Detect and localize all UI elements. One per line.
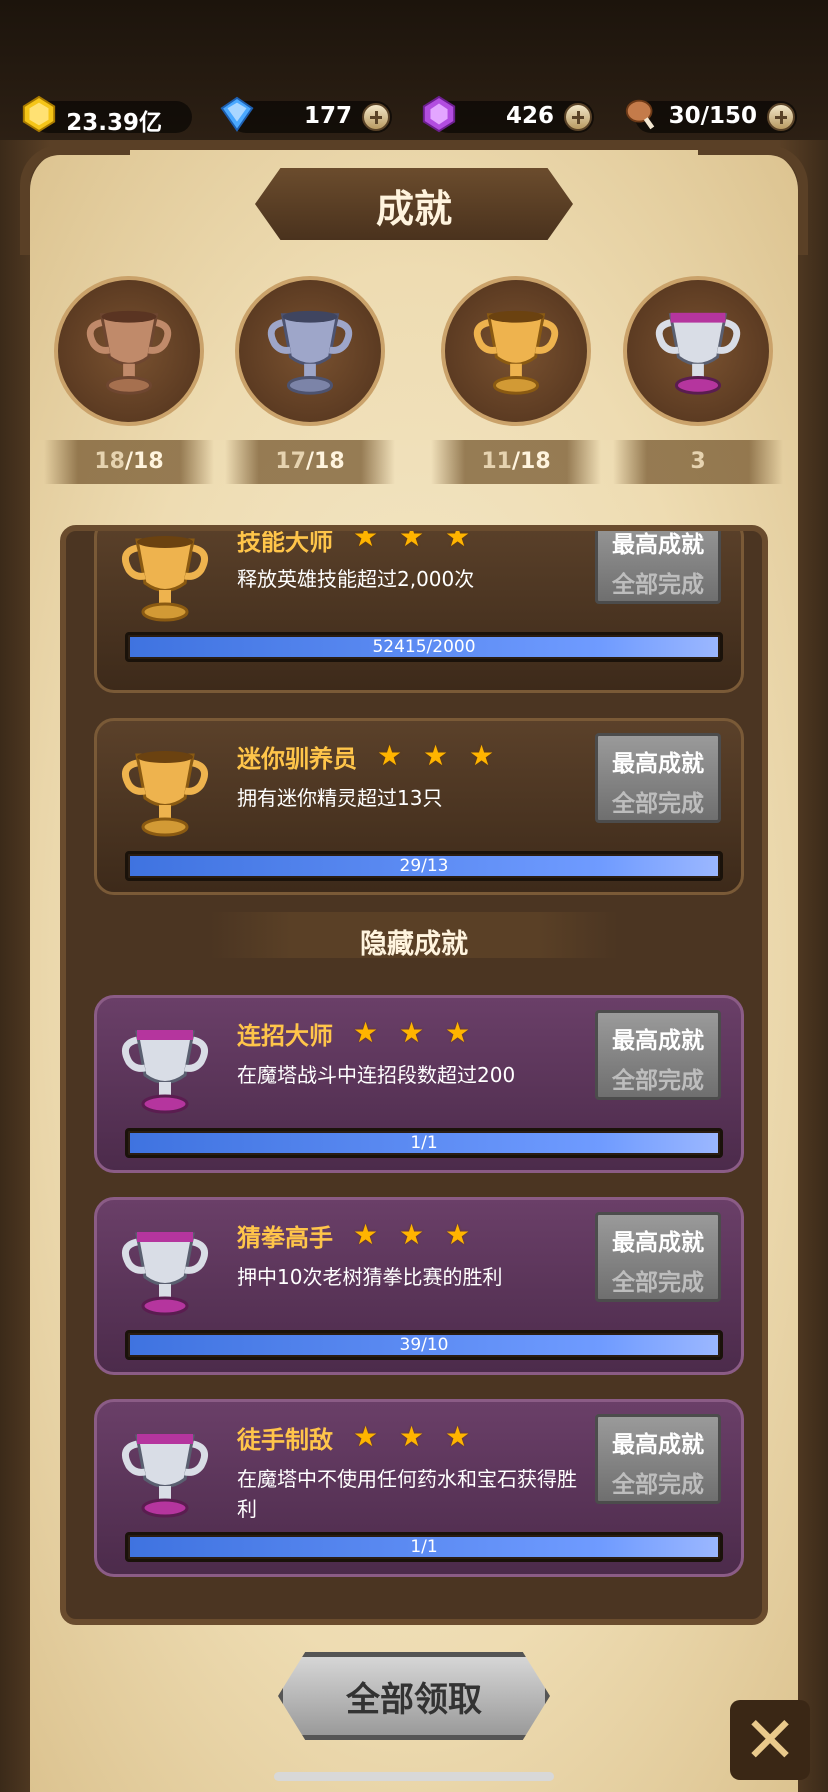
frame-corner-ornament	[698, 145, 808, 255]
star-rating: ★ ★ ★	[353, 525, 477, 553]
achievement-title: 技能大师	[237, 528, 333, 556]
bronze-trophy-icon	[86, 310, 172, 395]
home-indicator	[274, 1772, 554, 1781]
claim-achievement-button[interactable]: 最高成就 全部完成	[595, 1414, 721, 1504]
hidden-achievement-card: 连招大师 ★ ★ ★ 在魔塔战斗中连招段数超过200 最高成就全部完成 1/1	[94, 995, 744, 1173]
bronze-count-total: 18	[133, 449, 164, 474]
hidden-section-title: 隐藏成就	[360, 929, 468, 960]
purple-trophy-icon	[121, 1434, 209, 1518]
achievement-card: 迷你驯养员 ★ ★ ★ 拥有迷你精灵超过13只 最高成就全部完成 29/13	[94, 718, 744, 895]
gold-trophy-icon	[121, 751, 209, 837]
claim-achievement-button[interactable]: 最高成就 全部完成	[595, 531, 721, 604]
gold-trophy-icon	[121, 536, 209, 622]
gold-count-total: 18	[520, 449, 551, 474]
add-diamond-button[interactable]	[362, 103, 390, 131]
purple-trophy-icon	[121, 1232, 209, 1316]
claim-achievement-button[interactable]: 最高成就 全部完成	[595, 733, 721, 823]
achievement-description: 在魔塔中不使用任何药水和宝石获得胜利	[237, 1467, 577, 1521]
gold-gem-icon	[22, 95, 56, 133]
achievement-list[interactable]: 技能大师 ★ ★ ★ 释放英雄技能超过2,000次 最高成就 全部完成 52415…	[60, 525, 768, 1625]
progress-bar: 1/1	[125, 1532, 723, 1562]
frame-corner-ornament	[20, 145, 130, 255]
achievement-title: 猜拳高手	[237, 1224, 333, 1252]
progress-bar: 29/13	[125, 851, 723, 881]
achievement-title: 迷你驯养员	[237, 745, 357, 773]
achievement-description: 释放英雄技能超过2,000次	[237, 567, 475, 591]
add-crystal-button[interactable]	[564, 103, 592, 131]
crystal-counter: 426	[422, 95, 594, 133]
progress-bar: 1/1	[125, 1128, 723, 1158]
button-label-bottom: 全部完成	[612, 1068, 704, 1094]
progress-text: 1/1	[410, 1133, 438, 1153]
gold-count: 11/18	[431, 440, 601, 484]
progress-text: 39/10	[399, 1335, 449, 1355]
gold-medal-slot[interactable]	[441, 276, 591, 426]
claim-achievement-button[interactable]: 最高成就 全部完成	[595, 1212, 721, 1302]
bronze-count: 18/18	[44, 440, 214, 484]
progress-text: 1/1	[410, 1537, 438, 1557]
claim-achievement-button[interactable]: 最高成就 全部完成	[595, 1010, 721, 1100]
button-label-top: 最高成就	[612, 1028, 704, 1054]
achievement-card: 技能大师 ★ ★ ★ 释放英雄技能超过2,000次 最高成就全部完成 52415…	[94, 525, 744, 693]
button-label-bottom: 全部完成	[612, 791, 704, 817]
button-label-top: 最高成就	[612, 751, 704, 777]
progress-bar: 39/10	[125, 1330, 723, 1360]
button-label-bottom: 全部完成	[612, 1270, 704, 1296]
button-label-top: 最高成就	[612, 1230, 704, 1256]
star-rating: ★ ★ ★	[353, 1218, 477, 1251]
stamina-value: 30/150	[668, 103, 757, 129]
silver-count-total: 18	[314, 449, 345, 474]
achievement-description: 在魔塔战斗中连招段数超过200	[237, 1063, 516, 1087]
close-x-icon: ✕	[743, 1704, 797, 1778]
bronze-medal-slot[interactable]	[54, 276, 204, 426]
page-title: 成就	[375, 187, 452, 231]
purple-count: 3	[613, 440, 783, 484]
purple-crystal-icon	[422, 95, 456, 133]
progress-text: 52415/2000	[372, 637, 476, 657]
silver-count-progress: 17	[275, 449, 306, 474]
purple-trophy-icon	[655, 312, 741, 395]
blue-diamond-icon	[220, 96, 254, 132]
gold-counter: 23.39亿	[22, 95, 192, 136]
star-rating: ★ ★ ★	[377, 739, 501, 772]
achievement-title: 徒手制敌	[237, 1426, 333, 1454]
button-label-bottom: 全部完成	[612, 1472, 704, 1498]
progress-bar: 52415/2000	[125, 632, 723, 662]
silver-count: 17/18	[225, 440, 395, 484]
bronze-count-progress: 18	[94, 449, 125, 474]
hidden-achievement-card: 猜拳高手 ★ ★ ★ 押中10次老树猜拳比赛的胜利 最高成就全部完成 39/10	[94, 1197, 744, 1375]
diamond-value: 177	[303, 103, 352, 129]
star-rating: ★ ★ ★	[353, 1420, 477, 1453]
purple-medal-slot[interactable]	[623, 276, 773, 426]
purple-count-value: 3	[690, 449, 706, 474]
claim-all-label[interactable]: 全部领取	[278, 1672, 550, 1721]
star-rating: ★ ★ ★	[353, 1016, 477, 1049]
meat-icon	[625, 99, 655, 130]
silver-medal-slot[interactable]	[235, 276, 385, 426]
stamina-counter: 30/150	[625, 99, 797, 133]
achievement-description: 拥有迷你精灵超过13只	[237, 786, 443, 810]
achievement-title: 连招大师	[237, 1022, 333, 1050]
add-stamina-button[interactable]	[767, 103, 795, 131]
progress-text: 29/13	[399, 856, 449, 876]
button-label-top: 最高成就	[612, 532, 704, 558]
close-button[interactable]: ✕	[730, 1700, 810, 1780]
gold-count-progress: 11	[481, 449, 512, 474]
purple-trophy-icon	[121, 1030, 209, 1114]
crystal-value: 426	[505, 103, 554, 129]
silver-trophy-icon	[267, 310, 353, 395]
achievement-description: 押中10次老树猜拳比赛的胜利	[237, 1265, 503, 1289]
button-label-top: 最高成就	[612, 1432, 704, 1458]
diamond-counter: 177	[220, 96, 392, 133]
button-label-bottom: 全部完成	[612, 572, 704, 598]
gold-value: 23.39亿	[66, 110, 162, 136]
gold-trophy-icon	[473, 310, 559, 395]
hidden-achievement-card: 徒手制敌 ★ ★ ★ 在魔塔中不使用任何药水和宝石获得胜利 最高成就全部完成 1…	[94, 1399, 744, 1577]
